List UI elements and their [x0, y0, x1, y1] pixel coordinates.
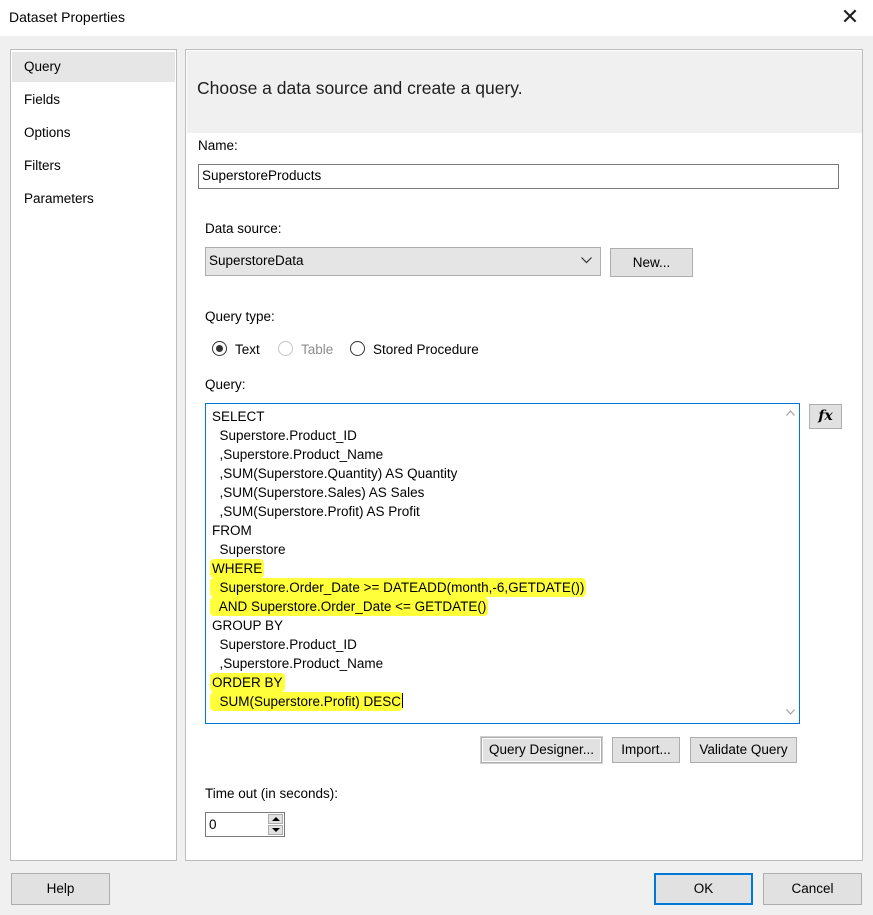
query-line: ,Superstore.Product_Name	[212, 656, 384, 671]
sidebar-item-label: Query	[24, 59, 61, 74]
query-type-label: Query type:	[205, 309, 275, 324]
name-label: Name:	[198, 138, 238, 153]
query-type-table-radio	[278, 341, 293, 356]
sidebar-item-label: Filters	[24, 158, 61, 173]
name-field[interactable]: SuperstoreProducts	[198, 164, 839, 189]
query-line-highlighted: AND Superstore.Order_Date <= GETDATE()	[212, 599, 487, 614]
new-datasource-button[interactable]: New...	[610, 248, 693, 277]
stepper-up-button[interactable]	[268, 814, 283, 824]
sidebar-item-label: Options	[24, 125, 71, 140]
scroll-up-icon[interactable]	[786, 410, 795, 416]
expression-button[interactable]: fx	[809, 404, 842, 429]
timeout-label: Time out (in seconds):	[205, 786, 339, 801]
query-line-highlighted: WHERE	[212, 561, 263, 576]
query-line-highlighted: Superstore.Order_Date >= DATEADD(month,-…	[212, 580, 585, 595]
query-type-stored-procedure-label: Stored Procedure	[373, 342, 479, 357]
query-line: ,SUM(Superstore.Sales) AS Sales	[212, 485, 425, 500]
sidebar-item-parameters[interactable]: Parameters	[12, 184, 175, 214]
ok-button[interactable]: OK	[654, 873, 753, 905]
query-type-text-label: Text	[235, 342, 260, 357]
timeout-stepper[interactable]: 0	[205, 812, 285, 837]
vertical-scrollbar[interactable]	[782, 404, 799, 723]
query-designer-button[interactable]: Query Designer...	[481, 737, 602, 763]
sidebar-item-options[interactable]: Options	[12, 118, 175, 148]
sidebar-item-fields[interactable]: Fields	[12, 85, 175, 115]
sidebar-item-label: Fields	[24, 92, 61, 107]
query-line: Superstore.Product_ID	[212, 428, 357, 443]
query-type-text-radio[interactable]	[212, 341, 227, 356]
query-line: GROUP BY	[212, 618, 284, 633]
stepper-buttons	[268, 814, 283, 835]
query-label: Query:	[205, 377, 246, 392]
query-line: FROM	[212, 523, 252, 538]
arrow-down-icon	[272, 828, 280, 832]
arrow-up-icon	[272, 817, 280, 821]
function-icon: fx	[818, 408, 833, 424]
query-text-editor[interactable]: SELECT Superstore.Product_ID ,Superstore…	[205, 403, 800, 724]
datasource-label: Data source:	[205, 221, 282, 236]
sidebar: Query Fields Options Filters Parameters	[10, 49, 177, 861]
window-title: Dataset Properties	[9, 9, 125, 25]
query-line: ,Superstore.Product_Name	[212, 447, 384, 462]
title-bar: Dataset Properties ✕	[0, 0, 873, 36]
query-type-stored-procedure-radio[interactable]	[350, 341, 365, 356]
panel-header: Choose a data source and create a query.	[187, 51, 862, 133]
query-type-table-label: Table	[301, 342, 334, 357]
cancel-button[interactable]: Cancel	[763, 873, 862, 905]
query-line-highlighted: ORDER BY	[212, 675, 283, 690]
query-line: ,SUM(Superstore.Profit) AS Profit	[212, 504, 420, 519]
stepper-down-button[interactable]	[268, 825, 283, 835]
sidebar-item-filters[interactable]: Filters	[12, 151, 175, 181]
import-button[interactable]: Import...	[612, 737, 680, 763]
radio-selected-dot	[216, 345, 223, 352]
scroll-down-icon[interactable]	[786, 709, 795, 715]
query-line: Superstore.Product_ID	[212, 637, 357, 652]
close-icon[interactable]: ✕	[837, 4, 863, 30]
query-line: SELECT	[212, 409, 265, 424]
text-cursor	[402, 693, 404, 708]
query-line-highlighted: SUM(Superstore.Profit) DESC	[212, 693, 404, 709]
chevron-down-icon	[581, 257, 592, 264]
query-line: ,SUM(Superstore.Quantity) AS Quantity	[212, 466, 458, 481]
query-line: Superstore	[212, 542, 286, 557]
validate-query-button[interactable]: Validate Query	[690, 737, 797, 763]
help-button[interactable]: Help	[11, 873, 110, 905]
sidebar-item-query[interactable]: Query	[12, 52, 175, 82]
datasource-value: SuperstoreData	[209, 253, 304, 268]
sidebar-item-label: Parameters	[24, 191, 94, 206]
timeout-value: 0	[209, 817, 217, 832]
page-title: Choose a data source and create a query.	[197, 78, 523, 98]
datasource-select[interactable]: SuperstoreData	[205, 247, 601, 276]
